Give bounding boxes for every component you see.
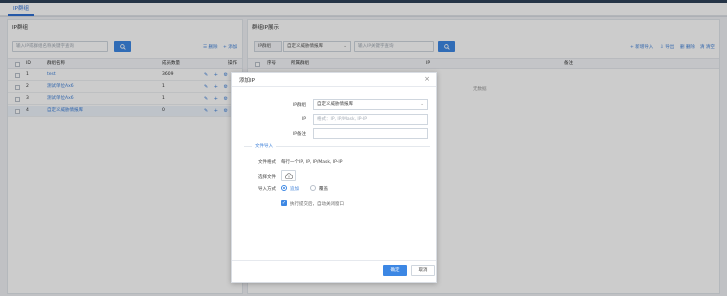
add-ip-dialog: 添加IP × IP群组 自定义威胁情报库 ⌄ IP 格式：IP, IP/Mask… [231, 72, 437, 283]
close-icon[interactable]: × [424, 75, 430, 83]
cloud-upload-icon [284, 172, 293, 179]
chevron-down-icon: ⌄ [420, 102, 424, 107]
confirm-button[interactable]: 确定 [383, 265, 407, 276]
modal-footer-divider [232, 260, 436, 261]
group-field-label: IP群组 [292, 103, 306, 108]
choose-file-label: 选择文件 [258, 175, 276, 180]
file-format-value: 每行一个IP, IP, IP/Mask, IP-IP [281, 160, 343, 165]
section-title: 文件导入 [252, 143, 276, 149]
cancel-button[interactable]: 取消 [411, 265, 435, 276]
auto-close-label: 执行提交后，自动关闭窗口 [290, 202, 344, 207]
modal-title: 添加IP [239, 78, 255, 84]
radio-overwrite[interactable] [310, 185, 316, 191]
radio-overwrite-label: 覆盖 [319, 187, 328, 192]
file-format-label: 文件格式 [258, 160, 276, 165]
ip-input[interactable]: 格式：IP, IP/Mask, IP-IP [313, 114, 428, 125]
radio-append[interactable] [281, 185, 287, 191]
remark-field-label: IP备注 [292, 132, 306, 137]
upload-button[interactable] [281, 170, 296, 181]
import-mode-label: 导入方式 [258, 187, 276, 192]
auto-close-checkbox[interactable]: ✓ [281, 200, 287, 206]
ip-field-label: IP [301, 117, 306, 122]
modal-header: 添加IP × [232, 73, 436, 87]
group-select[interactable]: 自定义威胁情报库 ⌄ [313, 99, 428, 110]
radio-append-label: 追加 [290, 187, 299, 192]
remark-input[interactable] [313, 128, 428, 139]
